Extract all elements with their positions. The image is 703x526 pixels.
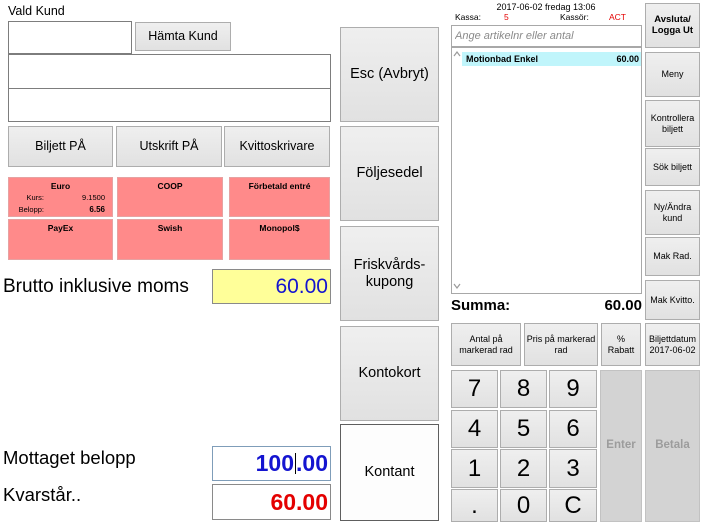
euro-amount-label: Belopp: xyxy=(18,205,44,214)
keypad-1[interactable]: 1 xyxy=(451,449,498,488)
receipt-row-price: 60.00 xyxy=(616,54,639,64)
card-payment-button[interactable]: Kontokort xyxy=(340,326,439,421)
cashier-value: ACT xyxy=(609,12,626,22)
quantity-on-row-button[interactable]: Antal på markerad rad xyxy=(451,323,521,366)
keypad-6[interactable]: 6 xyxy=(549,410,597,448)
keypad-4[interactable]: 4 xyxy=(451,410,498,448)
ticket-toggle-button[interactable]: Biljett PÅ xyxy=(8,126,113,167)
keypad-3[interactable]: 3 xyxy=(549,449,597,488)
remaining-amount-value: 60.00 xyxy=(212,484,331,520)
euro-amount-value: 6.56 xyxy=(89,205,105,214)
logout-button[interactable]: Avsluta/ Logga Ut xyxy=(645,3,700,48)
payment-euro-button[interactable]: Euro Kurs: 9.1500 Belopp: 6.56 xyxy=(8,177,113,217)
remaining-amount-label: Kvarstår.. xyxy=(3,484,82,505)
text-caret xyxy=(295,453,297,474)
keypad-0[interactable]: 0 xyxy=(500,489,547,522)
customer-name-field[interactable] xyxy=(8,54,331,89)
session-datetime: 2017-06-02 fredag 13:06 xyxy=(496,2,596,12)
euro-rate-label: Kurs: xyxy=(26,193,44,202)
selected-customer-label: Vald Kund xyxy=(8,4,65,18)
keypad-7[interactable]: 7 xyxy=(451,370,498,408)
chevron-down-icon[interactable] xyxy=(453,283,461,289)
void-row-button[interactable]: Mak Rad. xyxy=(645,237,700,276)
receipt-list[interactable]: Motionbad Enkel 60.00 xyxy=(451,47,642,294)
search-ticket-button[interactable]: Sök biljett xyxy=(645,148,700,186)
gross-total-label: Brutto inklusive moms xyxy=(3,276,189,297)
void-receipt-button[interactable]: Mak Kvitto. xyxy=(645,280,700,320)
receipt-row-name: Motionbad Enkel xyxy=(466,54,538,64)
keypad-decimal[interactable]: . xyxy=(451,489,498,522)
sum-label: Summa: xyxy=(451,297,511,314)
keypad-5[interactable]: 5 xyxy=(500,410,547,448)
fetch-customer-button[interactable]: Hämta Kund xyxy=(135,22,231,51)
received-amount-label: Mottaget belopp xyxy=(3,447,136,468)
ticket-date-button[interactable]: Biljettdatum 2017-06-02 xyxy=(645,323,700,366)
cancel-button[interactable]: Esc (Avbryt) xyxy=(340,27,439,122)
menu-button[interactable]: Meny xyxy=(645,52,700,97)
keypad-2[interactable]: 2 xyxy=(500,449,547,488)
check-ticket-button[interactable]: Kontrollera biljett xyxy=(645,100,700,147)
payment-prepaid-entry-label: Förbetald entré xyxy=(248,181,311,191)
cash-payment-button[interactable]: Kontant xyxy=(340,424,439,521)
price-on-row-button[interactable]: Pris på markerad rad xyxy=(524,323,598,366)
article-search-input[interactable] xyxy=(451,25,642,47)
keypad-9[interactable]: 9 xyxy=(549,370,597,408)
pay-button[interactable]: Betala xyxy=(645,370,700,522)
sum-value: 60.00 xyxy=(604,297,642,314)
payment-coop-button[interactable]: COOP xyxy=(117,177,223,217)
payment-swish-label: Swish xyxy=(157,223,183,233)
payment-payex-button[interactable]: PayEx xyxy=(8,219,113,260)
payment-payex-label: PayEx xyxy=(47,223,74,233)
payment-coop-label: COOP xyxy=(157,181,183,191)
discount-button[interactable]: % Rabatt xyxy=(601,323,641,366)
new-edit-customer-button[interactable]: Ny/Ändra kund xyxy=(645,190,700,235)
receipt-row[interactable]: Motionbad Enkel 60.00 xyxy=(462,52,641,66)
delivery-note-button[interactable]: Följesedel xyxy=(340,126,439,221)
gross-total-value: 60.00 xyxy=(212,269,331,304)
chevron-up-icon[interactable] xyxy=(453,51,461,57)
euro-rate-value: 9.1500 xyxy=(82,193,105,202)
keypad-clear[interactable]: C xyxy=(549,489,597,522)
register-label: Kassa: xyxy=(455,12,481,22)
payment-monopol-label: Monopol$ xyxy=(259,223,300,233)
payment-swish-button[interactable]: Swish xyxy=(117,219,223,260)
print-toggle-button[interactable]: Utskrift PÅ xyxy=(116,126,222,167)
register-value: 5 xyxy=(504,12,509,22)
customer-address-field[interactable] xyxy=(8,88,331,122)
received-amount-value[interactable]: 100.00 xyxy=(212,446,331,481)
cashier-label: Kassör: xyxy=(560,12,589,22)
payment-prepaid-entry-button[interactable]: Förbetald entré xyxy=(229,177,330,217)
enter-button[interactable]: Enter xyxy=(600,370,642,522)
customer-id-field[interactable] xyxy=(8,21,132,54)
payment-monopol-button[interactable]: Monopol$ xyxy=(229,219,330,260)
payment-euro-label: Euro xyxy=(50,181,71,191)
keypad-8[interactable]: 8 xyxy=(500,370,547,408)
wellness-voucher-button[interactable]: Friskvårds-kupong xyxy=(340,226,439,321)
receipt-printer-button[interactable]: Kvittoskrivare xyxy=(224,126,330,167)
